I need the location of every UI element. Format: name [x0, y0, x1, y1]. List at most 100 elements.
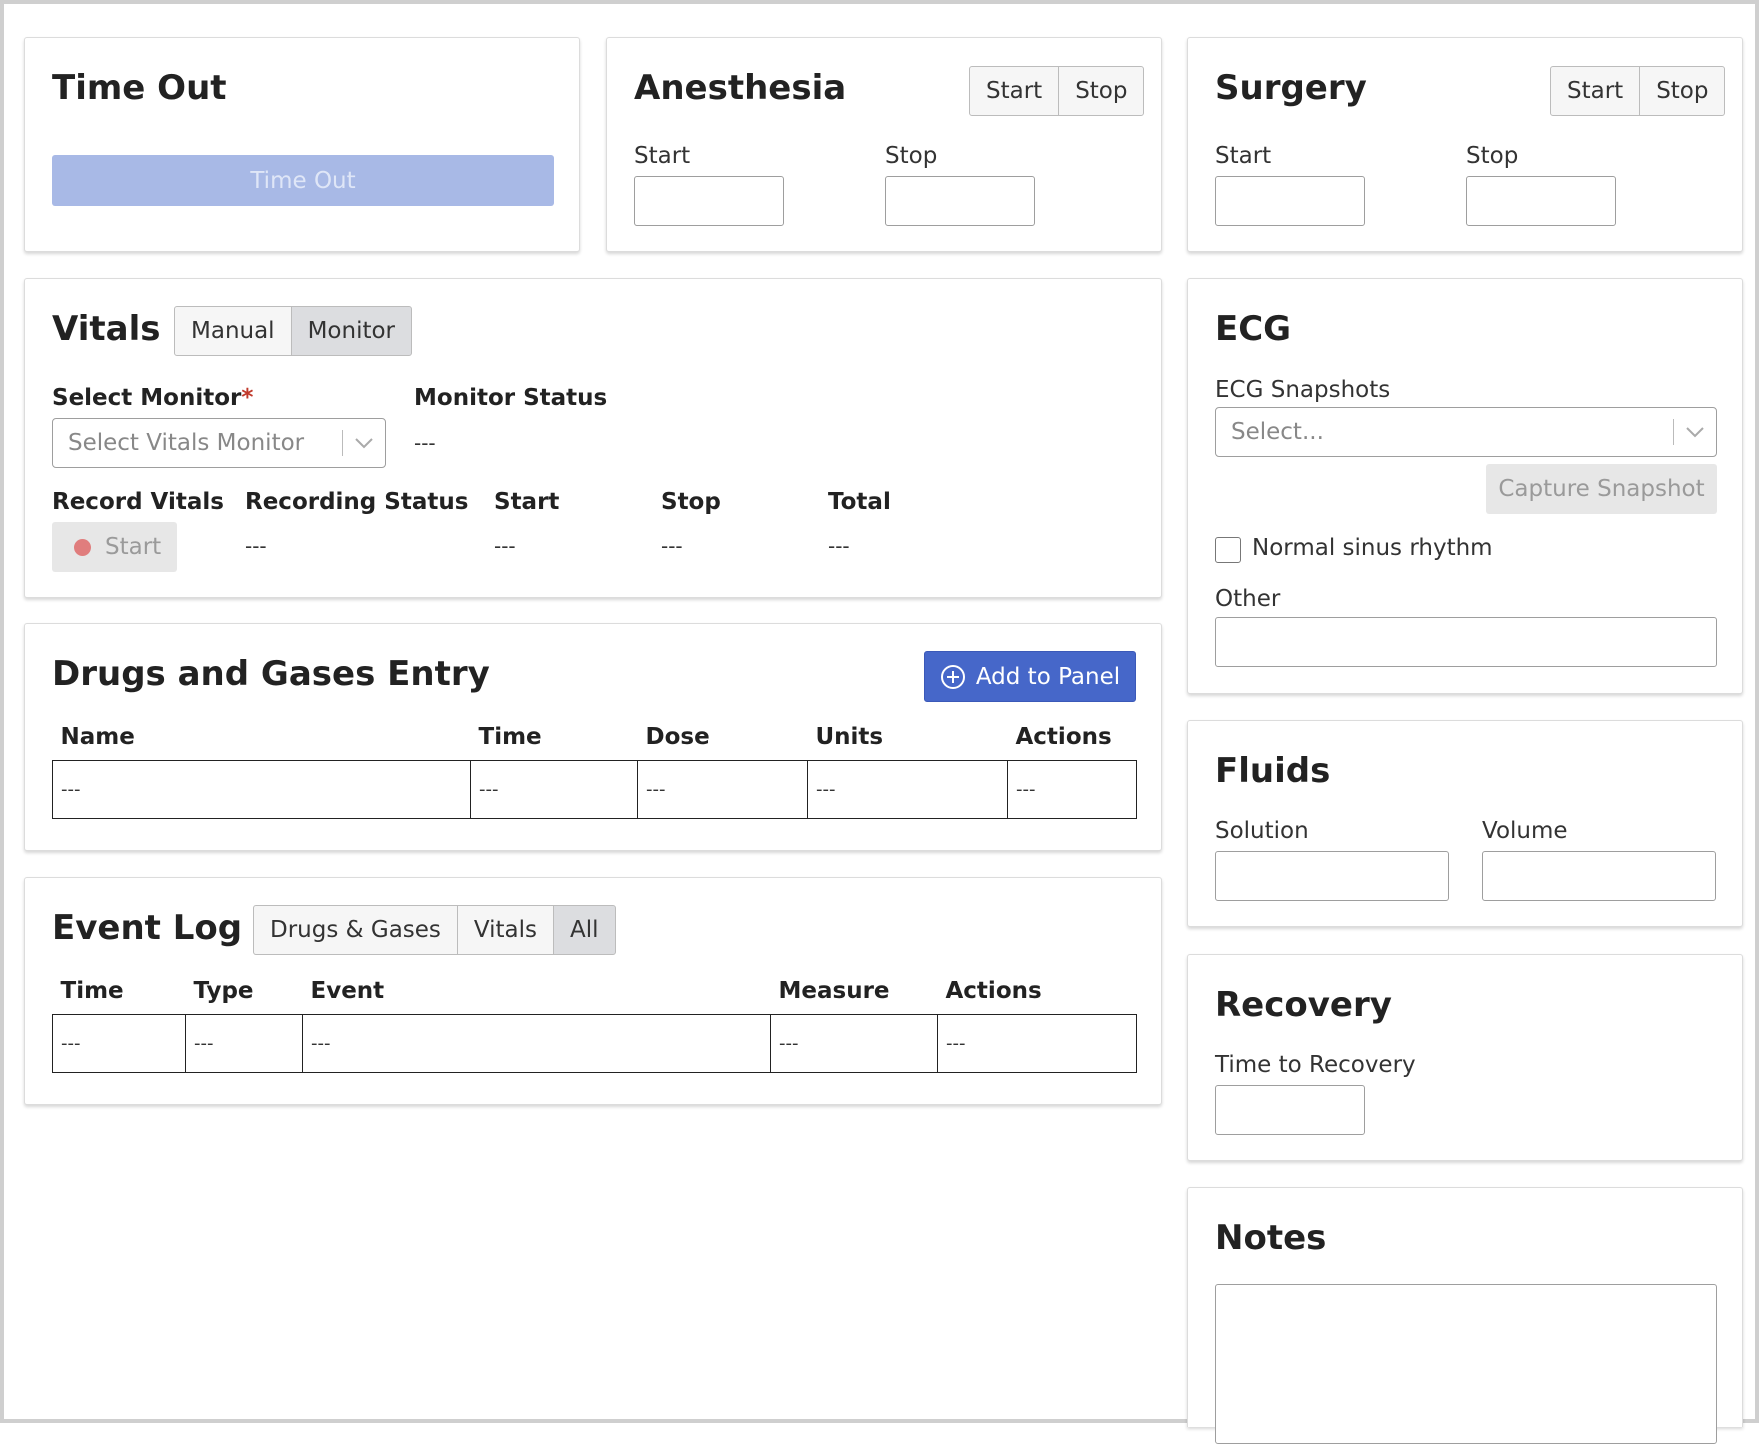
notes-card: Notes: [1187, 1187, 1743, 1444]
time-to-recovery-input[interactable]: [1215, 1085, 1365, 1135]
table-row: --- --- --- --- ---: [52, 1013, 1137, 1073]
event-cell-time: ---: [52, 1013, 186, 1073]
recording-stop-value: ---: [661, 534, 683, 558]
event-col-type: Type: [193, 977, 254, 1004]
drugs-col-dose: Dose: [645, 723, 710, 750]
time-to-recovery-label: Time to Recovery: [1215, 1052, 1416, 1078]
fluids-solution-label: Solution: [1215, 818, 1309, 844]
ecg-snapshots-select[interactable]: Select...: [1215, 407, 1717, 457]
event-col-measure: Measure: [778, 977, 890, 1004]
anesthesia-start-input[interactable]: [634, 176, 784, 226]
event-col-time: Time: [60, 977, 124, 1004]
vitals-mode-monitor[interactable]: Monitor: [290, 306, 413, 356]
event-filter-vitals[interactable]: Vitals: [456, 905, 555, 955]
vitals-card: Vitals | Manual Monitor Select Monitor* …: [24, 278, 1162, 598]
event-filter-drugs-gases[interactable]: Drugs & Gases: [253, 905, 458, 955]
normal-sinus-rhythm-label: Normal sinus rhythm: [1252, 535, 1493, 561]
drugs-table: Name Time Dose Units Actions --- --- ---…: [52, 720, 1137, 819]
anesthesia-start-button[interactable]: Start: [969, 66, 1060, 116]
anesthesia-stop-input[interactable]: [885, 176, 1035, 226]
event-filter-all[interactable]: All: [553, 905, 616, 955]
time-out-button[interactable]: Time Out: [52, 155, 554, 206]
event-log-table: Time Type Event Measure Actions --- --- …: [52, 974, 1137, 1073]
vitals-mode-manual[interactable]: Manual: [174, 306, 292, 356]
capture-snapshot-button[interactable]: Capture Snapshot: [1486, 464, 1717, 514]
anesthesia-stop-label: Stop: [885, 143, 938, 169]
surgery-stop-label: Stop: [1466, 143, 1519, 169]
surgery-title: Surgery: [1215, 68, 1367, 108]
surgery-start-stop-group: Start Stop: [1550, 66, 1726, 116]
fluids-volume-label: Volume: [1482, 818, 1568, 844]
select-monitor-label: Select Monitor*: [52, 385, 253, 411]
record-vitals-start-label: Start: [105, 534, 162, 560]
ecg-card: ECG ECG Snapshots Select... Capture Snap…: [1187, 278, 1743, 694]
recovery-card: Recovery Time to Recovery: [1187, 954, 1743, 1161]
drugs-cell-dose: ---: [637, 759, 808, 819]
vitals-title: Vitals |: [52, 309, 185, 349]
recording-status-value: ---: [245, 534, 267, 558]
recording-start-label: Start: [494, 489, 560, 515]
fluids-volume-input[interactable]: [1482, 851, 1716, 901]
time-out-card: Time Out Time Out: [24, 37, 580, 252]
drugs-cell-units: ---: [807, 759, 1008, 819]
recording-total-value: ---: [828, 534, 850, 558]
plus-circle-icon: [940, 664, 965, 689]
drugs-cell-name: ---: [52, 759, 471, 819]
ecg-snapshots-label: ECG Snapshots: [1215, 377, 1391, 403]
anesthesia-start-label: Start: [634, 143, 691, 169]
notes-textarea[interactable]: [1215, 1284, 1717, 1444]
event-col-actions: Actions: [945, 977, 1042, 1004]
drugs-cell-time: ---: [470, 759, 638, 819]
drugs-col-actions: Actions: [1015, 723, 1112, 750]
surgery-start-input[interactable]: [1215, 176, 1365, 226]
fluids-card: Fluids Solution Volume: [1187, 720, 1743, 927]
event-log-table-header: Time Type Event Measure Actions: [53, 974, 1137, 1014]
event-col-event: Event: [310, 977, 385, 1004]
chevron-down-icon[interactable]: [343, 419, 385, 467]
ecg-other-input[interactable]: [1215, 617, 1717, 667]
surgery-stop-button[interactable]: Stop: [1639, 66, 1726, 116]
drugs-table-header: Name Time Dose Units Actions: [53, 720, 1137, 760]
recovery-title: Recovery: [1215, 985, 1392, 1025]
table-row: --- --- --- --- ---: [52, 759, 1137, 819]
ecg-title: ECG: [1215, 309, 1292, 349]
add-to-panel-button[interactable]: Add to Panel: [924, 651, 1136, 702]
anesthesia-title: Anesthesia: [634, 68, 847, 108]
event-cell-event: ---: [302, 1013, 771, 1073]
drugs-col-name: Name: [60, 723, 135, 750]
monitor-status-label: Monitor Status: [414, 385, 608, 411]
record-dot-icon: [74, 538, 91, 556]
event-cell-actions: ---: [937, 1013, 1137, 1073]
anesthesia-start-stop-group: Start Stop: [969, 66, 1145, 116]
surgery-stop-input[interactable]: [1466, 176, 1616, 226]
notes-title: Notes: [1215, 1218, 1327, 1258]
drugs-col-time: Time: [478, 723, 542, 750]
record-vitals-start-button[interactable]: Start: [52, 522, 177, 572]
fluids-solution-input[interactable]: [1215, 851, 1449, 901]
event-log-card: Event Log | Drugs & Gases Vitals All Tim…: [24, 877, 1162, 1105]
recording-start-value: ---: [494, 534, 516, 558]
anesthesia-stop-button[interactable]: Stop: [1058, 66, 1145, 116]
monitor-status-value: ---: [414, 431, 436, 455]
event-log-title: Event Log |: [52, 908, 267, 948]
vitals-monitor-select[interactable]: Select Vitals Monitor: [52, 418, 386, 468]
required-mark: *: [241, 385, 254, 411]
fluids-title: Fluids: [1215, 751, 1331, 791]
record-vitals-label: Record Vitals: [52, 489, 224, 515]
ecg-snapshots-select-placeholder: Select...: [1231, 419, 1324, 445]
time-out-title: Time Out: [52, 68, 227, 108]
add-to-panel-label: Add to Panel: [975, 663, 1121, 690]
surgery-start-button[interactable]: Start: [1550, 66, 1641, 116]
page-frame: Time Out Time Out Anesthesia Start Stop …: [0, 0, 1759, 1444]
event-cell-measure: ---: [770, 1013, 938, 1073]
ecg-other-label: Other: [1215, 586, 1281, 612]
drugs-title: Drugs and Gases Entry: [52, 654, 490, 694]
anesthesia-card: Anesthesia Start Stop Start Stop: [606, 37, 1162, 252]
drugs-cell-actions: ---: [1007, 759, 1137, 819]
chevron-down-icon[interactable]: [1674, 408, 1716, 456]
vitals-mode-toggle: Manual Monitor: [174, 306, 413, 356]
recording-stop-label: Stop: [661, 489, 721, 515]
event-cell-type: ---: [185, 1013, 303, 1073]
normal-sinus-rhythm-checkbox[interactable]: [1215, 537, 1241, 563]
drugs-col-units: Units: [815, 723, 884, 750]
